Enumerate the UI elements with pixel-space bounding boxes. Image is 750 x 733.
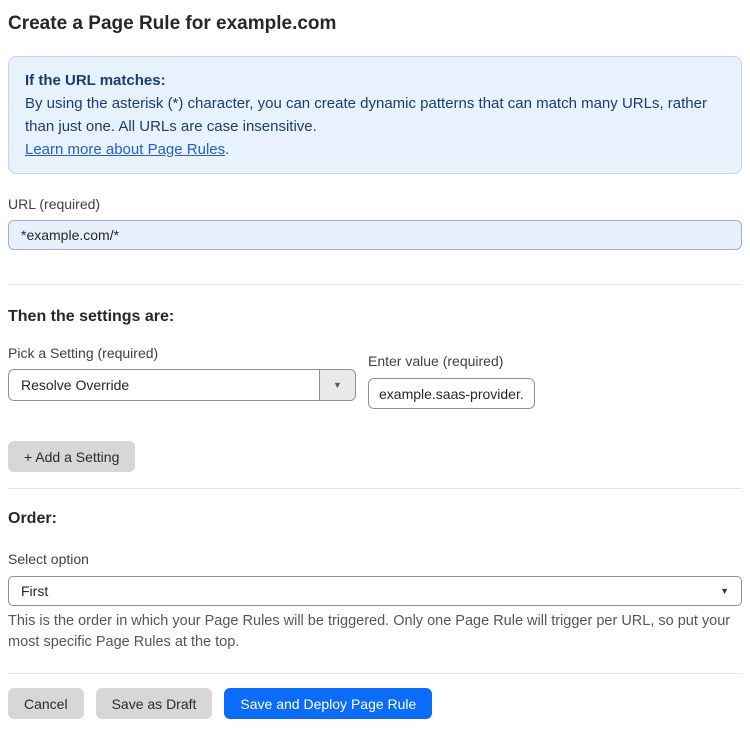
chevron-down-icon: ▼ bbox=[333, 380, 342, 390]
save-and-deploy-button[interactable]: Save and Deploy Page Rule bbox=[224, 688, 433, 719]
url-field-label: URL (required) bbox=[8, 196, 101, 212]
order-select-value: First bbox=[21, 583, 49, 599]
page-title: Create a Page Rule for example.com bbox=[8, 13, 337, 34]
section-divider bbox=[8, 284, 742, 285]
learn-more-link[interactable]: Learn more about Page Rules bbox=[25, 141, 225, 158]
url-input[interactable] bbox=[8, 220, 742, 250]
setting-select[interactable]: Resolve Override ▼ bbox=[8, 369, 356, 401]
order-select[interactable]: First ▼ bbox=[8, 576, 742, 606]
settings-section-heading: Then the settings are: bbox=[8, 308, 175, 325]
setting-picker-label: Pick a Setting (required) bbox=[8, 345, 159, 361]
setting-value-input[interactable] bbox=[368, 378, 535, 409]
order-section-heading: Order: bbox=[8, 510, 57, 527]
url-match-info-box: If the URL matches: By using the asteris… bbox=[8, 56, 742, 174]
setting-value-label: Enter value (required) bbox=[368, 353, 504, 369]
order-help-text: This is the order in which your Page Rul… bbox=[8, 613, 731, 650]
cancel-button[interactable]: Cancel bbox=[8, 688, 84, 719]
info-box-body: By using the asterisk (*) character, you… bbox=[25, 95, 707, 135]
chevron-down-icon: ▼ bbox=[720, 586, 729, 596]
setting-value-column: Enter value (required) bbox=[368, 353, 535, 409]
section-divider bbox=[8, 488, 742, 489]
link-suffix: . bbox=[225, 141, 230, 158]
setting-select-value: Resolve Override bbox=[21, 377, 130, 393]
settings-row: Pick a Setting (required) Resolve Overri… bbox=[8, 345, 742, 409]
info-box-link-line: Learn more about Page Rules. bbox=[25, 138, 725, 161]
order-select-label: Select option bbox=[8, 551, 89, 567]
add-setting-button[interactable]: + Add a Setting bbox=[8, 441, 136, 472]
info-box-heading: If the URL matches: bbox=[25, 72, 166, 89]
footer-actions: Cancel Save as Draft Save and Deploy Pag… bbox=[8, 674, 742, 733]
setting-select-arrow-button[interactable]: ▼ bbox=[319, 370, 355, 400]
setting-picker-column: Pick a Setting (required) Resolve Overri… bbox=[8, 345, 356, 401]
save-as-draft-button[interactable]: Save as Draft bbox=[95, 688, 213, 719]
